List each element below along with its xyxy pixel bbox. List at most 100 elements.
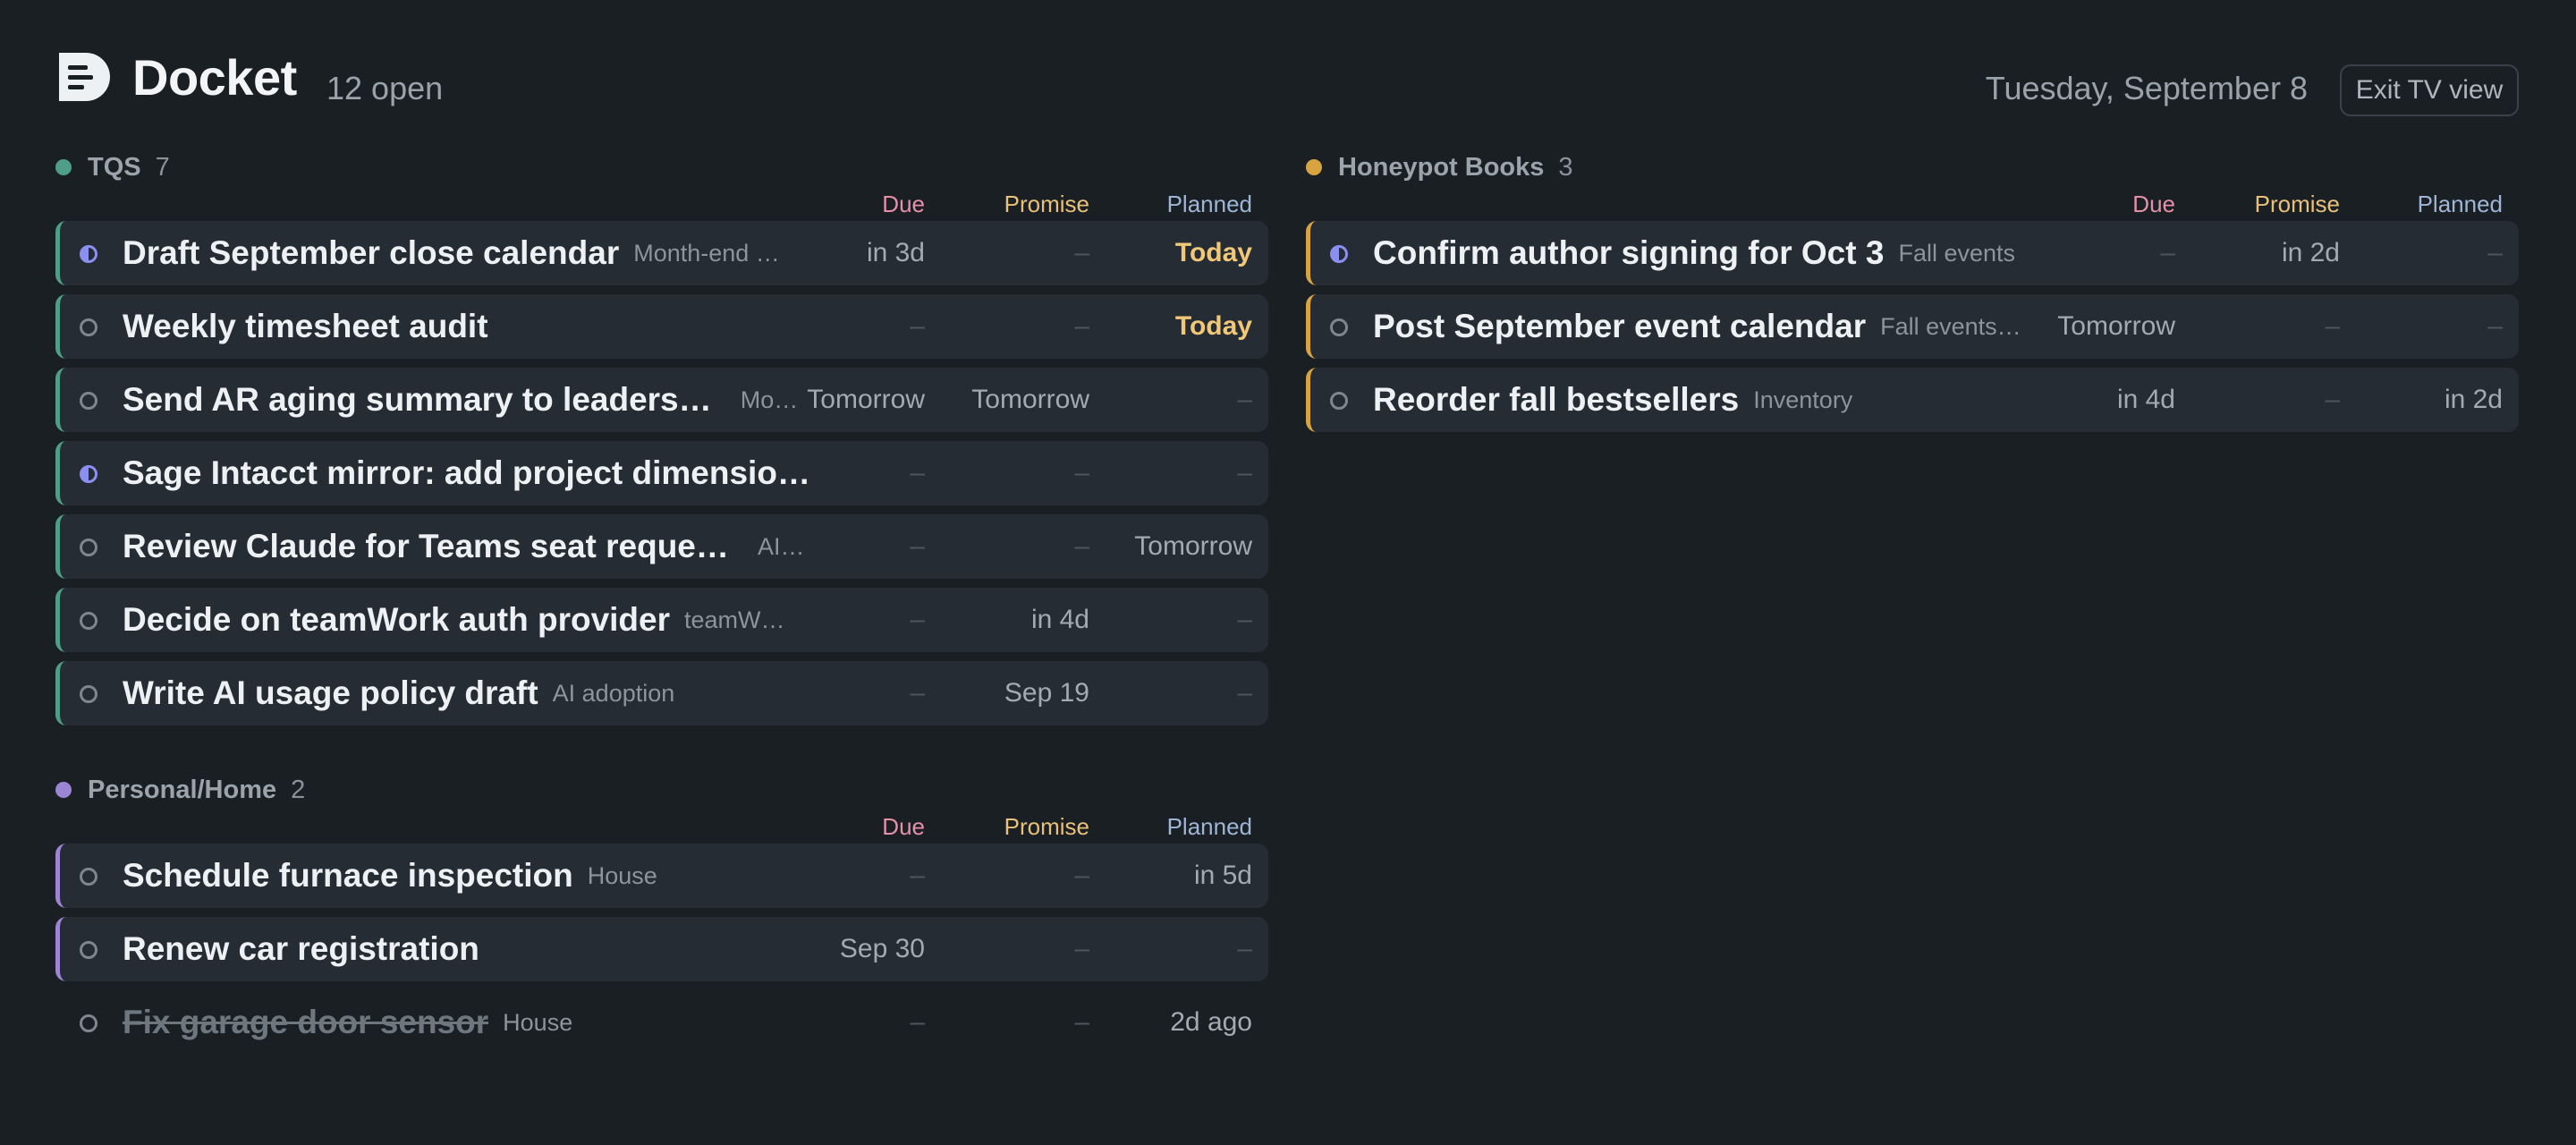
task-due-value: –: [910, 1007, 925, 1037]
task-title-wrap: Confirm author signing for Oct 3 Fall eve…: [1373, 221, 2062, 285]
task-promise-value: –: [1074, 311, 1089, 341]
task-row[interactable]: Decide on teamWork auth provider teamW… – i…: [55, 588, 1268, 652]
task-due-value: –: [910, 861, 925, 890]
task-tag: Fall events…: [1880, 312, 2021, 340]
task-promise-value: in 2d: [2281, 238, 2340, 267]
docket-logo-icon: [59, 53, 110, 101]
task-planned-value: –: [1237, 385, 1252, 414]
open-status-icon[interactable]: [80, 685, 97, 703]
open-status-icon[interactable]: [80, 392, 97, 410]
task-title: Schedule furnace inspection: [123, 857, 573, 894]
task-row[interactable]: Confirm author signing for Oct 3 Fall eve…: [1306, 221, 2519, 285]
in-progress-status-icon[interactable]: [80, 245, 97, 263]
task-title: Sage Intacct mirror: add project dimensi…: [123, 454, 810, 491]
open-status-icon[interactable]: [1330, 318, 1348, 336]
task-tag: Fall events: [1898, 239, 2016, 267]
group-count: 3: [1558, 152, 1573, 182]
task-title-wrap: Decide on teamWork auth provider teamW…: [123, 588, 811, 652]
task-row[interactable]: Post September event calendar Fall events…: [1306, 294, 2519, 359]
task-title: Decide on teamWork auth provider: [123, 601, 670, 638]
task-row[interactable]: Review Claude for Teams seat requests AI …: [55, 514, 1268, 579]
task-title: Post September event calendar: [1373, 308, 1867, 344]
column-headers: Due Promise Planned: [55, 810, 1268, 844]
task-title-wrap: Send AR aging summary to leadership Mon…: [123, 368, 811, 432]
task-promise-value: –: [2325, 311, 2340, 341]
task-title: Reorder fall bestsellers: [1373, 381, 1740, 418]
task-planned-value: in 2d: [2444, 385, 2503, 414]
task-tag: Inventory: [1753, 386, 1853, 413]
open-count: 12 open: [326, 70, 444, 106]
planned-header: Planned: [1166, 191, 1252, 217]
task-tag: House: [587, 861, 657, 889]
task-planned-value: –: [1237, 458, 1252, 488]
task-title-wrap: Renew car registration: [123, 917, 811, 981]
task-planned-value: in 5d: [1193, 861, 1252, 890]
group-header: Personal/Home 2: [55, 770, 1268, 810]
task-due-value: –: [910, 531, 925, 561]
task-title: Fix garage door sensor: [123, 1004, 489, 1040]
task-planned-value: Today: [1174, 311, 1252, 341]
task-promise-value: –: [2325, 385, 2340, 414]
open-status-icon[interactable]: [80, 612, 97, 630]
task-row[interactable]: Reorder fall bestsellers Inventory in 4d – i…: [1306, 368, 2519, 432]
task-planned-value: Tomorrow: [1134, 531, 1252, 561]
app-header: Docket 12 open Tuesday, September 8 Exit…: [55, 47, 2519, 116]
left-column: TQS 7 Due Promise Planned Draft Septembe…: [55, 148, 1268, 1099]
task-tag: Month-end …: [633, 239, 780, 267]
in-progress-status-icon[interactable]: [1330, 245, 1348, 263]
open-status-icon[interactable]: [80, 318, 97, 336]
task-due-value: –: [910, 605, 925, 634]
task-title-wrap: Schedule furnace inspection House: [123, 844, 811, 908]
task-due-value: Tomorrow: [807, 385, 925, 414]
exit-tv-view-button[interactable]: Exit TV view: [2340, 64, 2519, 116]
task-row[interactable]: Send AR aging summary to leadership Mon… T…: [55, 368, 1268, 432]
current-date: Tuesday, September 8: [1985, 70, 2308, 106]
task-planned-value: Today: [1174, 238, 1252, 267]
task-due-value: in 3d: [866, 238, 925, 267]
task-title: Send AR aging summary to leadership: [123, 381, 726, 418]
group-tqs: TQS 7 Due Promise Planned Draft Septembe…: [55, 148, 1268, 725]
task-title-wrap: Sage Intacct mirror: add project dimensi…: [123, 441, 811, 505]
planned-header: Planned: [2417, 191, 2503, 217]
task-row[interactable]: Write AI usage policy draft AI adoption – S…: [55, 661, 1268, 725]
task-title-wrap: Draft September close calendar Month-end …: [123, 221, 811, 285]
task-row[interactable]: Schedule furnace inspection House – – in 5d: [55, 844, 1268, 908]
group-name: TQS: [88, 152, 141, 182]
open-status-icon[interactable]: [80, 539, 97, 556]
task-promise-value: –: [1074, 934, 1089, 963]
task-due-value: –: [910, 311, 925, 341]
open-status-icon[interactable]: [1330, 392, 1348, 410]
promise-header: Promise: [1004, 813, 1089, 840]
task-tag: AI adoption: [552, 679, 675, 707]
column-headers: Due Promise Planned: [1306, 187, 2519, 221]
due-header: Due: [882, 813, 925, 840]
task-planned-value: –: [1237, 605, 1252, 634]
group-name: Honeypot Books: [1338, 152, 1545, 182]
task-promise-value: –: [1074, 861, 1089, 890]
app-title: Docket: [132, 49, 297, 106]
task-due-value: in 4d: [2116, 385, 2175, 414]
task-row[interactable]: Draft September close calendar Month-end …: [55, 221, 1268, 285]
task-title: Draft September close calendar: [123, 234, 620, 271]
group-header: TQS 7: [55, 148, 1268, 187]
done-status-icon[interactable]: [80, 1014, 97, 1032]
planned-header: Planned: [1166, 813, 1252, 840]
task-title-wrap: Reorder fall bestsellers Inventory: [1373, 368, 2062, 432]
task-title: Confirm author signing for Oct 3: [1373, 234, 1885, 271]
task-planned-value: –: [1237, 678, 1252, 708]
task-title: Weekly timesheet audit: [123, 308, 488, 344]
task-row[interactable]: Weekly timesheet audit – – Today: [55, 294, 1268, 359]
open-status-icon[interactable]: [80, 941, 97, 959]
open-status-icon[interactable]: [80, 868, 97, 886]
group-personal-home: Personal/Home 2 Due Promise Planned Sche…: [55, 770, 1268, 1055]
group-name: Personal/Home: [88, 775, 277, 804]
task-row[interactable]: Sage Intacct mirror: add project dimensi…: [55, 441, 1268, 505]
task-row[interactable]: Fix garage door sensor House – – 2d ago: [55, 990, 1268, 1055]
right-column: Honeypot Books 3 Due Promise Planned Con…: [1306, 148, 2519, 477]
task-promise-value: Sep 19: [1004, 678, 1089, 708]
task-row[interactable]: Renew car registration Sep 30 – –: [55, 917, 1268, 981]
group-header: Honeypot Books 3: [1306, 148, 2519, 187]
task-promise-value: –: [1074, 1007, 1089, 1037]
task-due-value: Sep 30: [839, 934, 925, 963]
in-progress-status-icon[interactable]: [80, 465, 97, 483]
